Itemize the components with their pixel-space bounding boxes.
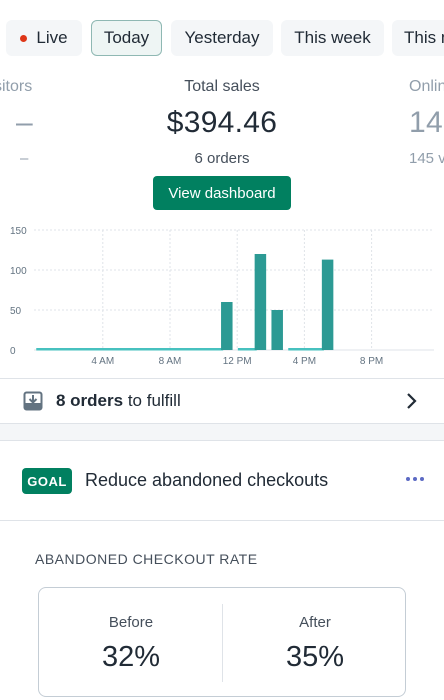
chevron-right-icon: [407, 393, 417, 409]
goal-card: GOAL Reduce abandoned checkouts ABANDONE…: [0, 440, 444, 700]
tab-this-week[interactable]: This week: [281, 20, 384, 56]
chart-bar: [221, 302, 233, 350]
y-tick-label: 100: [10, 266, 27, 277]
metric-visitors-sub: –: [20, 150, 29, 167]
tab-yesterday-label: Yesterday: [184, 28, 260, 47]
y-tick-label: 150: [10, 226, 27, 237]
download-box-icon: [23, 391, 43, 411]
tab-live[interactable]: Live: [6, 20, 82, 56]
rate-comparison-box: Before 32% After 35%: [38, 587, 406, 697]
tab-this-month[interactable]: This m: [392, 20, 444, 56]
abandoned-rate-label: ABANDONED CHECKOUT RATE: [35, 551, 258, 567]
metric-visitors-value: –: [16, 106, 33, 139]
date-range-tabs: Live Today Yesterday This week This m: [0, 0, 444, 76]
rate-before-label: Before: [108, 614, 154, 631]
view-dashboard-button[interactable]: View dashboard: [153, 176, 291, 210]
orders-count: 8 orders: [56, 391, 124, 410]
metric-total-sales[interactable]: Total sales $394.46 6 orders: [122, 78, 322, 167]
goal-header: GOAL Reduce abandoned checkouts: [0, 441, 444, 521]
rate-after: After 35%: [223, 588, 407, 698]
tab-this-week-label: This week: [294, 28, 371, 47]
x-tick-label: 4 PM: [293, 356, 316, 367]
tab-today-label: Today: [103, 28, 150, 47]
metric-visitors-label: sitors: [0, 78, 33, 95]
chart-bar: [254, 254, 267, 350]
sales-bar-chart: 150 100 50 0 4 AM 8 AM 12 PM 4 PM 8 PM: [10, 226, 434, 367]
tab-live-label: Live: [36, 28, 68, 47]
rate-before-value: 32%: [101, 641, 161, 673]
metric-online-sub: 145 v: [409, 150, 444, 167]
metric-total-sales-label: Total sales: [184, 78, 260, 95]
orders-to-fulfill-row[interactable]: 8 orders to fulfill: [0, 378, 444, 424]
tab-today[interactable]: Today: [91, 20, 162, 56]
x-tick-label: 8 AM: [159, 356, 182, 367]
y-tick-label: 0: [10, 346, 16, 357]
rate-before: Before 32%: [39, 588, 223, 698]
goal-title: Reduce abandoned checkouts: [85, 470, 329, 490]
rate-after-label: After: [299, 614, 331, 631]
metric-total-sales-value: $394.46: [166, 106, 278, 139]
x-tick-label: 4 AM: [91, 356, 114, 367]
orders-suffix: to fulfill: [123, 391, 181, 410]
rate-after-value: 35%: [285, 641, 345, 673]
chart-bar: [271, 310, 283, 350]
metric-online-label: Onlin: [409, 78, 444, 95]
sales-chart: 150 100 50 0 4 AM 8 AM 12 PM 4 PM 8 PM: [0, 222, 444, 378]
y-tick-label: 50: [10, 306, 22, 317]
metric-visitors[interactable]: sitors – –: [0, 78, 42, 167]
x-tick-label: 8 PM: [360, 356, 383, 367]
chart-bar: [321, 259, 334, 350]
metric-online[interactable]: Onlin 14 145 v: [409, 78, 444, 167]
tab-yesterday[interactable]: Yesterday: [171, 20, 273, 56]
goal-badge: GOAL: [22, 468, 72, 494]
x-tick-label: 12 PM: [223, 356, 252, 367]
sales-summary: sitors – – Total sales $394.46 6 orders …: [0, 76, 444, 222]
orders-to-fulfill-text: 8 orders to fulfill: [56, 391, 181, 411]
live-indicator-icon: [20, 34, 28, 42]
metric-total-sales-sub: 6 orders: [194, 150, 250, 167]
more-actions-icon[interactable]: [406, 477, 424, 481]
metric-online-value: 14: [409, 106, 443, 139]
tab-this-month-label: This m: [404, 28, 444, 47]
